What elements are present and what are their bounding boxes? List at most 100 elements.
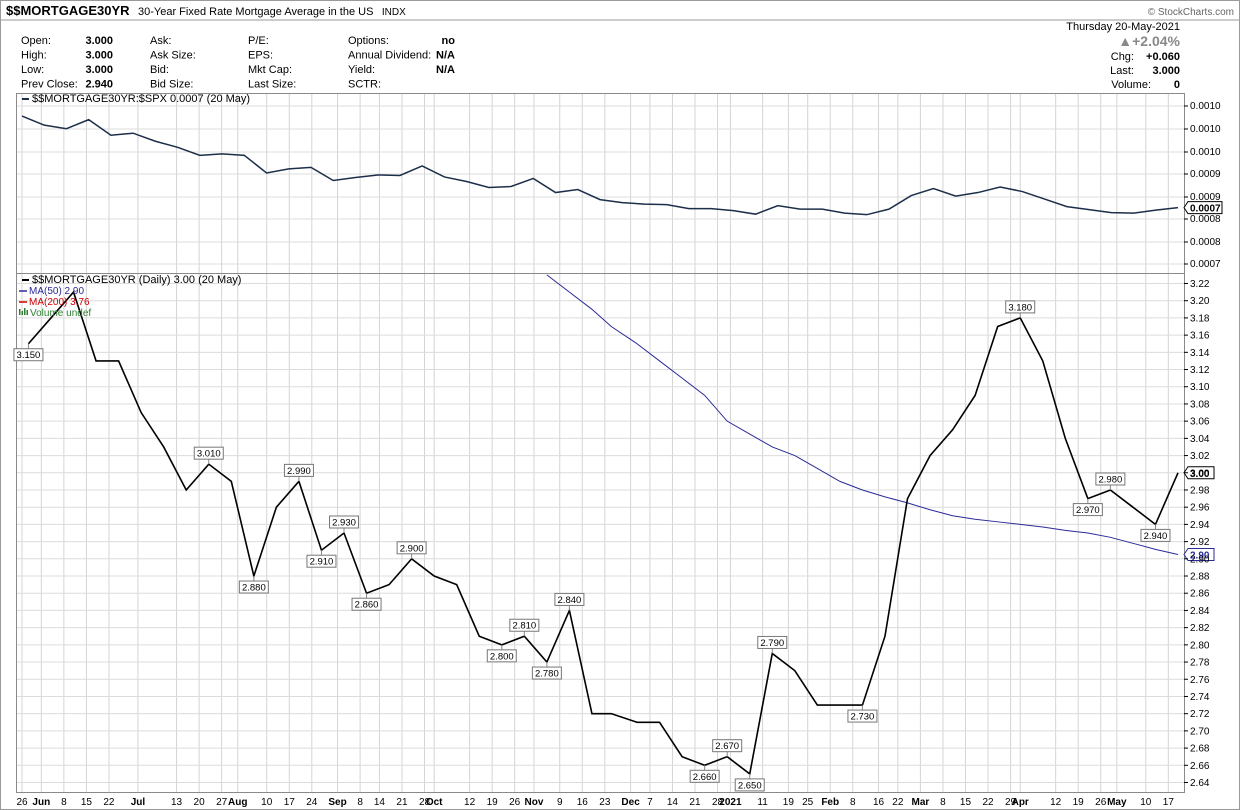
price-y-tick-label: 2.88 [1190, 572, 1210, 583]
price-y-tick-label: 3.12 [1190, 365, 1210, 376]
price-y-tick-label: 2.90 [1190, 554, 1210, 565]
x-tick-label: 22 [103, 797, 115, 808]
exchange: INDX [382, 7, 406, 18]
data-label-text: 2.660 [693, 772, 717, 783]
price-y-tick-label: 2.82 [1190, 623, 1210, 634]
ratio-y-tick-label: 0.0010 [1190, 101, 1221, 112]
ratio-last-tag-text: 0.0007 [1190, 204, 1221, 215]
ma50-legend-text: MA(50) 2.90 [29, 286, 84, 297]
price-y-tick-label: 2.98 [1190, 485, 1210, 496]
price-y-tick-label: 2.76 [1190, 675, 1210, 686]
x-tick-label: 21 [396, 797, 408, 808]
x-tick-label: Jul [131, 797, 146, 808]
data-label-text: 2.980 [1098, 474, 1122, 485]
x-tick-label: 19 [783, 797, 795, 808]
x-tick-label: Sep [328, 797, 346, 808]
stat-label: Annual Dividend: [348, 50, 431, 62]
x-tick-label: Jun [32, 797, 50, 808]
x-tick-label: 14 [374, 797, 386, 808]
stat-value: no [442, 35, 456, 47]
stat-value: 3.000 [85, 35, 113, 47]
ratio-legend-text: $$MORTGAGE30YR:$SPX 0.0007 (20 May) [32, 93, 250, 105]
data-label-text: 2.730 [851, 712, 875, 723]
data-label-text: 2.780 [535, 669, 559, 680]
x-tick-label: 10 [1140, 797, 1152, 808]
data-label-text: 3.010 [197, 449, 221, 460]
stat-value: 2.940 [85, 79, 113, 91]
x-tick-label: 7 [647, 797, 653, 808]
ratio-last-value-tag: 0.0007 [1183, 201, 1223, 215]
price-y-tick-label: 3.10 [1190, 382, 1210, 393]
price-y-tick-label: 2.64 [1190, 778, 1210, 789]
x-tick-label: Dec [621, 797, 640, 808]
data-label-text: 3.150 [17, 350, 41, 361]
x-tick-label: May [1107, 797, 1127, 808]
x-tick-label: 12 [1050, 797, 1062, 808]
watermark: © StockCharts.com [1148, 7, 1234, 18]
x-tick-label: 19 [487, 797, 499, 808]
price-y-tick-label: 2.78 [1190, 658, 1210, 669]
x-tick-label: 15 [81, 797, 93, 808]
stat-label: EPS: [248, 50, 273, 62]
stat-label: Ask Size: [150, 50, 196, 62]
x-tick-label: Mar [911, 797, 929, 808]
x-tick-label: 17 [284, 797, 296, 808]
price-y-tick-label: 3.16 [1190, 331, 1210, 342]
price-y-tick-label: 2.96 [1190, 503, 1210, 514]
stat-value: N/A [436, 50, 455, 62]
data-label-text: 2.790 [760, 638, 784, 649]
volume-value: 0 [1174, 79, 1180, 91]
stat-label: Bid: [150, 64, 169, 76]
last-label: Last: [1110, 65, 1134, 77]
pct-change: ▲+2.04% [1118, 33, 1180, 49]
x-tick-label: Oct [426, 797, 443, 808]
change-value: +0.060 [1146, 51, 1180, 63]
ratio-legend: $$MORTGAGE30YR:$SPX 0.0007 (20 May) [22, 93, 250, 105]
x-tick-label: Apr [1012, 797, 1029, 808]
x-tick-label: 16 [873, 797, 885, 808]
stat-label: Ask: [150, 35, 171, 47]
x-tick-label: 8 [850, 797, 856, 808]
data-label-text: 2.860 [355, 600, 379, 611]
stat-label: Mkt Cap: [248, 64, 292, 76]
symbol: $$MORTGAGE30YR [6, 3, 130, 18]
ratio-y-tick-label: 0.0007 [1190, 259, 1221, 270]
x-tick-label: 27 [216, 797, 228, 808]
x-tick-label: 15 [960, 797, 972, 808]
stock-chart: $$MORTGAGE30YR 30-Year Fixed Rate Mortga… [0, 0, 1240, 810]
data-label-text: 2.670 [715, 741, 739, 752]
ratio-y-tick-label: 0.0009 [1190, 192, 1221, 203]
price-y-tick-label: 2.80 [1190, 640, 1210, 651]
volume-label: Volume: [1111, 79, 1151, 91]
x-tick-label: 21 [689, 797, 701, 808]
stat-label: Options: [348, 35, 389, 47]
x-tick-label: 17 [1163, 797, 1175, 808]
x-tick-label: 12 [464, 797, 476, 808]
stat-label: Open: [21, 35, 51, 47]
x-tick-label: 26 [509, 797, 521, 808]
stat-value: N/A [436, 64, 455, 76]
price-y-tick-label: 2.92 [1190, 537, 1210, 548]
x-tick-label: 25 [802, 797, 814, 808]
data-label-text: 2.880 [242, 583, 266, 594]
x-tick-label: 19 [1073, 797, 1085, 808]
price-y-tick-label: 2.86 [1190, 589, 1210, 600]
stat-label: P/E: [248, 35, 269, 47]
x-tick-label: Nov [525, 797, 544, 808]
x-tick-label: 26 [16, 797, 28, 808]
ratio-y-tick-label: 0.0010 [1190, 124, 1221, 135]
price-y-tick-label: 3.14 [1190, 348, 1210, 359]
price-y-tick-label: 2.94 [1190, 520, 1210, 531]
price-y-tick-label: 2.74 [1190, 692, 1210, 703]
price-y-tick-label: 3.20 [1190, 296, 1210, 307]
data-label-text: 2.810 [512, 621, 536, 632]
data-label-text: 2.900 [400, 543, 424, 554]
stat-label: Low: [21, 64, 44, 76]
x-tick-label: 8 [357, 797, 363, 808]
stat-label: High: [21, 50, 47, 62]
data-label-text: 2.800 [490, 651, 514, 662]
x-tick-label: 22 [892, 797, 904, 808]
data-label-text: 2.970 [1076, 505, 1100, 516]
x-tick-label: 13 [171, 797, 183, 808]
data-label-text: 2.910 [310, 557, 334, 568]
